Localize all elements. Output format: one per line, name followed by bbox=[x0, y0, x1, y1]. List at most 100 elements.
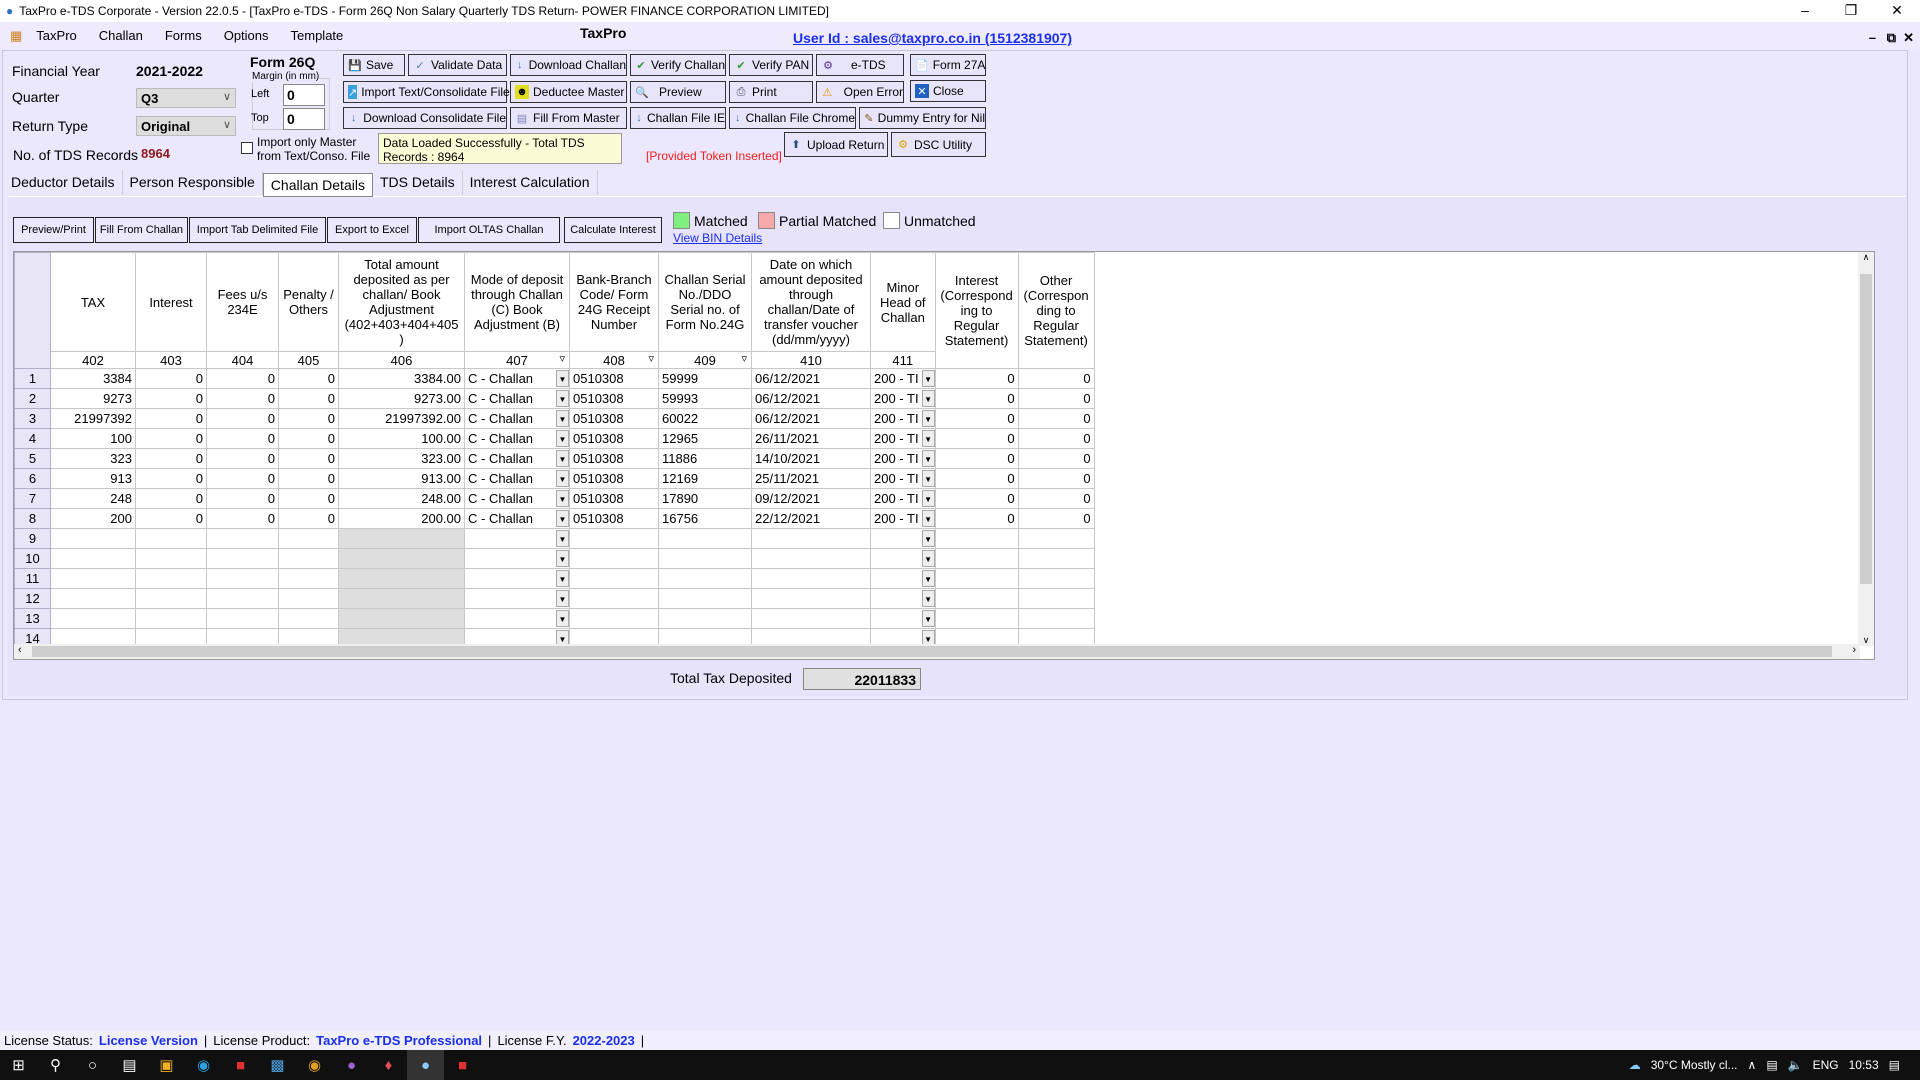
dropdown-cell[interactable]: ▼ bbox=[870, 588, 936, 609]
scroll-left-icon[interactable]: ‹ bbox=[18, 644, 22, 656]
dropdown-arrow-icon[interactable]: ▼ bbox=[556, 470, 569, 487]
table-cell[interactable]: 3384.00 bbox=[338, 368, 465, 389]
table-cell[interactable]: 0 bbox=[135, 368, 207, 389]
etds-button[interactable]: ⚙ e-TDS bbox=[816, 54, 904, 76]
table-cell[interactable]: 0510308 bbox=[569, 508, 659, 529]
dropdown-arrow-icon[interactable]: ▼ bbox=[921, 590, 935, 607]
dropdown-cell[interactable]: ▼ bbox=[870, 528, 936, 549]
table-cell[interactable]: 200 bbox=[50, 508, 136, 529]
table-cell[interactable]: 0 bbox=[206, 388, 279, 409]
dropdown-cell[interactable]: 200 - TI ▼ bbox=[870, 428, 936, 449]
dropdown-cell[interactable]: ▼ bbox=[870, 568, 936, 589]
menu-challan[interactable]: Challan bbox=[99, 28, 143, 43]
dropdown-cell[interactable]: ▼ bbox=[464, 548, 570, 569]
dropdown-cell[interactable]: ▼ bbox=[464, 528, 570, 549]
column-header[interactable]: Date on which amount deposited through c… bbox=[751, 252, 871, 352]
column-header[interactable]: TAX bbox=[50, 252, 136, 352]
verify-pan-button[interactable]: ✔ Verify PAN bbox=[729, 54, 813, 76]
menu-options[interactable]: Options bbox=[224, 28, 269, 43]
table-cell[interactable]: 0 bbox=[934, 448, 1019, 469]
maximize-button[interactable]: ❐ bbox=[1828, 0, 1874, 22]
table-cell[interactable] bbox=[658, 568, 752, 589]
row-number[interactable]: 2 bbox=[14, 388, 51, 409]
dropdown-cell[interactable]: ▼ bbox=[870, 548, 936, 569]
table-cell[interactable]: 14/10/2021 bbox=[751, 448, 871, 469]
table-cell[interactable]: 0 bbox=[1017, 508, 1095, 529]
table-cell[interactable]: 0 bbox=[135, 388, 207, 409]
table-cell[interactable]: 0 bbox=[278, 368, 339, 389]
table-cell[interactable] bbox=[658, 588, 752, 609]
menu-taxpro[interactable]: TaxPro bbox=[36, 28, 76, 43]
table-cell[interactable] bbox=[751, 608, 871, 629]
table-cell[interactable]: 0 bbox=[1017, 428, 1095, 449]
dropdown-cell[interactable]: C - Challan ▼ bbox=[464, 488, 570, 509]
table-cell[interactable]: 200.00 bbox=[338, 508, 465, 529]
table-cell[interactable] bbox=[338, 528, 465, 549]
row-number[interactable]: 5 bbox=[14, 448, 51, 469]
chrome-icon[interactable]: ◉ bbox=[296, 1050, 333, 1080]
table-cell[interactable]: 06/12/2021 bbox=[751, 368, 871, 389]
column-header[interactable]: Challan Serial No./DDO Serial no. of For… bbox=[658, 252, 752, 352]
table-cell[interactable] bbox=[934, 548, 1019, 569]
table-cell[interactable]: 16756 bbox=[658, 508, 752, 529]
table-cell[interactable]: 59999 bbox=[658, 368, 752, 389]
notifications-icon[interactable]: ▤ bbox=[1889, 1058, 1900, 1072]
table-row[interactable]: 7 248 0 0 0 248.00 C - Challan ▼ 0510308 17890 09/… bbox=[14, 488, 1095, 509]
table-cell[interactable] bbox=[1017, 568, 1095, 589]
table-cell[interactable] bbox=[50, 588, 136, 609]
table-cell[interactable]: 0 bbox=[206, 448, 279, 469]
row-number[interactable]: 13 bbox=[14, 608, 51, 629]
dropdown-cell[interactable]: C - Challan ▼ bbox=[464, 508, 570, 529]
dropdown-arrow-icon[interactable]: ▼ bbox=[556, 370, 569, 387]
table-cell[interactable]: 60022 bbox=[658, 408, 752, 429]
dropdown-arrow-icon[interactable]: ▼ bbox=[921, 550, 935, 567]
table-cell[interactable] bbox=[658, 608, 752, 629]
table-cell[interactable]: 21997392 bbox=[50, 408, 136, 429]
weather-icon[interactable]: ☁ bbox=[1629, 1058, 1641, 1072]
table-cell[interactable] bbox=[338, 568, 465, 589]
table-cell[interactable]: 9273.00 bbox=[338, 388, 465, 409]
chevron-up-icon[interactable]: ∧ bbox=[1748, 1058, 1757, 1072]
table-cell[interactable]: 323.00 bbox=[338, 448, 465, 469]
table-cell[interactable]: 0 bbox=[278, 468, 339, 489]
row-number[interactable]: 11 bbox=[14, 568, 51, 589]
table-cell[interactable]: 0 bbox=[934, 408, 1019, 429]
taskbar-app-icon[interactable]: ■ bbox=[444, 1050, 481, 1080]
row-number[interactable]: 1 bbox=[14, 368, 51, 389]
table-cell[interactable]: 11886 bbox=[658, 448, 752, 469]
table-cell[interactable] bbox=[278, 608, 339, 629]
dropdown-cell[interactable]: ▼ bbox=[464, 608, 570, 629]
column-header[interactable]: Fees u/s 234E bbox=[206, 252, 279, 352]
column-header[interactable]: Total amount deposited as per challan/ B… bbox=[338, 252, 465, 352]
search-icon[interactable]: ⚲ bbox=[37, 1050, 74, 1080]
minimize-button[interactable]: – bbox=[1782, 0, 1828, 22]
dropdown-cell[interactable]: C - Challan ▼ bbox=[464, 408, 570, 429]
table-cell[interactable]: 0510308 bbox=[569, 468, 659, 489]
filter-icon[interactable]: ▿ bbox=[648, 353, 654, 365]
table-cell[interactable]: 0510308 bbox=[569, 388, 659, 409]
dropdown-arrow-icon[interactable]: ▼ bbox=[556, 510, 569, 527]
row-number[interactable]: 12 bbox=[14, 588, 51, 609]
dropdown-arrow-icon[interactable]: ▼ bbox=[556, 590, 569, 607]
table-cell[interactable]: 100.00 bbox=[338, 428, 465, 449]
column-header[interactable]: Penalty / Others bbox=[278, 252, 339, 352]
menu-template[interactable]: Template bbox=[291, 28, 344, 43]
table-cell[interactable] bbox=[206, 588, 279, 609]
left-margin-input[interactable]: 0 bbox=[283, 84, 325, 106]
table-cell[interactable] bbox=[135, 548, 207, 569]
column-header[interactable]: Interest bbox=[135, 252, 207, 352]
table-cell[interactable]: 0 bbox=[278, 428, 339, 449]
verify-challan-button[interactable]: ✔ Verify Challan bbox=[630, 54, 726, 76]
import-text-button[interactable]: ↗ Import Text/Consolidate File bbox=[343, 81, 510, 103]
taxpro-taskbar-icon[interactable]: ● bbox=[407, 1050, 444, 1080]
table-cell[interactable]: 0 bbox=[1017, 408, 1095, 429]
close-window-button[interactable]: ✕ bbox=[1874, 0, 1920, 22]
table-cell[interactable]: 0 bbox=[206, 508, 279, 529]
table-row[interactable]: 2 9273 0 0 0 9273.00 C - Challan ▼ 0510308 59993 0… bbox=[14, 388, 1095, 409]
open-error-button[interactable]: ⚠ Open Error bbox=[816, 81, 904, 103]
scroll-down-icon[interactable]: ∨ bbox=[1858, 635, 1874, 646]
table-cell[interactable]: 21997392.00 bbox=[338, 408, 465, 429]
table-cell[interactable]: 0 bbox=[206, 408, 279, 429]
table-cell[interactable]: 0 bbox=[934, 468, 1019, 489]
taskbar-app-icon[interactable]: ● bbox=[333, 1050, 370, 1080]
